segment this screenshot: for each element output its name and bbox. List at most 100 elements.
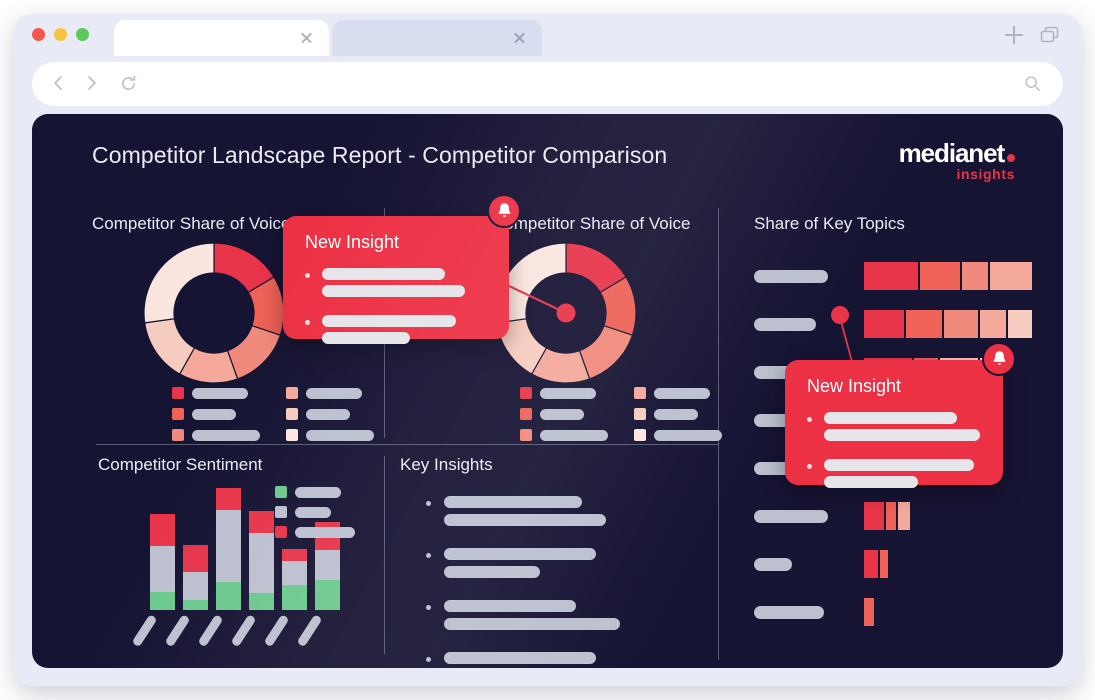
legend-item[interactable] xyxy=(286,387,374,399)
plus-icon[interactable] xyxy=(1005,26,1023,44)
legend-item[interactable] xyxy=(520,429,608,441)
legend-item[interactable] xyxy=(520,408,608,420)
stacked-bar[interactable] xyxy=(249,511,274,610)
notification-badge[interactable] xyxy=(982,342,1016,376)
donut-segment-3 xyxy=(226,324,282,380)
notification-badge[interactable] xyxy=(487,194,521,228)
reload-icon[interactable] xyxy=(120,75,137,97)
list-item-text xyxy=(444,548,596,584)
topic-segment xyxy=(880,550,888,578)
gauge-chart-share-of-voice xyxy=(492,239,640,387)
topic-row[interactable] xyxy=(754,502,912,530)
gauge-segment-3 xyxy=(578,324,634,380)
donut-segment-6 xyxy=(143,242,215,324)
topic-row[interactable] xyxy=(754,310,1034,338)
forward-arrow-icon[interactable] xyxy=(82,74,100,97)
panel-title-share-of-voice-left: Competitor Share of Voice xyxy=(92,214,291,233)
legend-label xyxy=(192,387,248,399)
bar-segment-neutral xyxy=(282,561,307,585)
topic-row[interactable] xyxy=(754,550,890,578)
stacked-bar[interactable] xyxy=(216,488,241,610)
key-insights-list xyxy=(426,496,620,668)
bar-segment-positive xyxy=(282,585,307,610)
window-stack-icon[interactable] xyxy=(1040,26,1059,44)
bullet-icon xyxy=(807,464,812,469)
topic-segment xyxy=(920,262,960,290)
address-input[interactable] xyxy=(162,62,1022,106)
list-item[interactable] xyxy=(426,652,620,668)
bar-segment-positive xyxy=(216,582,241,610)
legend-item[interactable] xyxy=(172,429,260,441)
insight-bullet-row xyxy=(305,315,465,349)
legend-swatch xyxy=(520,408,532,420)
page-title: Competitor Landscape Report - Competitor… xyxy=(92,142,668,168)
legend-item[interactable] xyxy=(172,387,260,399)
topic-segment xyxy=(864,310,904,338)
axis-tick-label xyxy=(164,614,191,648)
traffic-lights xyxy=(32,28,89,41)
insight-card[interactable]: New Insight xyxy=(283,216,509,344)
legend-item[interactable] xyxy=(286,429,374,441)
bullet-icon xyxy=(305,320,310,325)
topic-row[interactable] xyxy=(754,262,1034,290)
bullet-icon xyxy=(807,417,812,422)
stacked-bar[interactable] xyxy=(150,514,175,610)
list-item[interactable] xyxy=(426,496,620,532)
legend-item[interactable] xyxy=(634,429,722,441)
tab-close-icon[interactable] xyxy=(513,31,526,44)
list-item-text xyxy=(444,600,620,636)
topic-segment xyxy=(864,550,878,578)
maximize-window-button[interactable] xyxy=(76,28,89,41)
legend-item[interactable] xyxy=(634,408,722,420)
insight-line-group xyxy=(322,315,456,349)
insight-line-group xyxy=(824,412,980,446)
topic-label xyxy=(754,557,792,571)
legend-item[interactable] xyxy=(275,526,355,538)
axis-tick-label xyxy=(230,614,257,648)
topic-row[interactable] xyxy=(754,598,876,626)
brand-subtitle: insights xyxy=(956,166,1015,182)
stacked-bar[interactable] xyxy=(183,545,208,610)
topic-label xyxy=(754,509,828,523)
search-icon[interactable] xyxy=(1024,75,1041,97)
browser-window: Competitor Landscape Report - Competitor… xyxy=(14,14,1081,686)
legend-swatch xyxy=(172,387,184,399)
bullet-icon xyxy=(426,553,431,558)
bell-icon xyxy=(993,351,1005,365)
insight-card[interactable]: New Insight xyxy=(785,360,1003,488)
legend-swatch xyxy=(520,429,532,441)
legend-share-of-voice-left xyxy=(172,387,374,441)
legend-item[interactable] xyxy=(634,387,722,399)
divider-horizontal xyxy=(96,444,718,446)
legend-item[interactable] xyxy=(286,408,374,420)
legend-swatch xyxy=(172,408,184,420)
topic-segment xyxy=(864,598,874,626)
stacked-bar[interactable] xyxy=(282,549,307,610)
list-item[interactable] xyxy=(426,548,620,584)
legend-label xyxy=(192,408,236,420)
brand-name: medianet xyxy=(899,140,1015,166)
minimize-window-button[interactable] xyxy=(54,28,67,41)
legend-item[interactable] xyxy=(172,408,260,420)
legend-item[interactable] xyxy=(275,506,355,518)
legend-swatch xyxy=(634,408,646,420)
list-item-text xyxy=(444,652,596,668)
tab-close-icon[interactable] xyxy=(300,31,313,44)
browser-tab-inactive[interactable] xyxy=(332,20,542,56)
close-window-button[interactable] xyxy=(32,28,45,41)
browser-tab-active[interactable] xyxy=(114,20,329,56)
list-item-text xyxy=(444,496,606,532)
bar-segment-neutral xyxy=(216,510,241,582)
legend-item[interactable] xyxy=(275,486,355,498)
bar-segment-neutral xyxy=(249,533,274,593)
insight-line-group xyxy=(322,268,465,302)
legend-item[interactable] xyxy=(520,387,608,399)
insight-bullet-row xyxy=(305,268,465,302)
back-arrow-icon[interactable] xyxy=(50,74,68,97)
legend-label xyxy=(654,387,710,399)
topic-label xyxy=(754,317,816,331)
legend-swatch xyxy=(520,387,532,399)
list-item[interactable] xyxy=(426,600,620,636)
legend-label xyxy=(306,429,374,441)
bell-icon xyxy=(498,203,510,217)
